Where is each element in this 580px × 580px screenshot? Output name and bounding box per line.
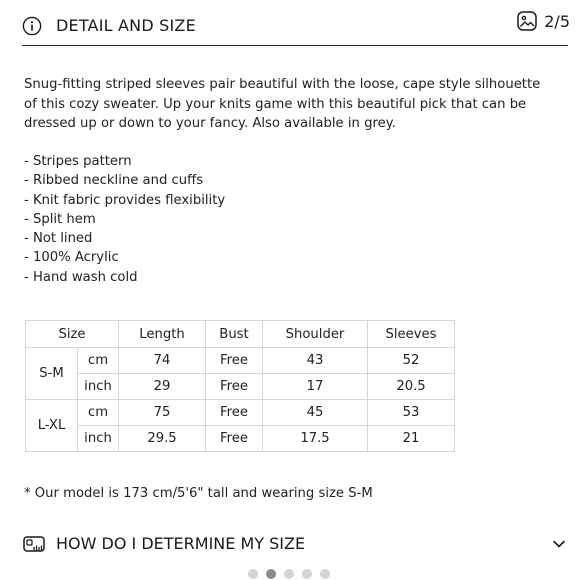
feature-item: - Not lined: [24, 231, 93, 247]
table-row: L-XL cm 75 Free 45 53: [25, 399, 455, 452]
product-description: Snug-fitting striped sleeves pair beauti…: [24, 77, 541, 131]
section-title: DETAIL AND SIZE: [56, 16, 196, 35]
ruler-icon: [23, 536, 45, 552]
size-cell: L-XL: [25, 399, 78, 452]
info-icon: [22, 16, 42, 36]
bust-cell: Free: [205, 425, 263, 452]
header-sleeves: Sleeves: [367, 320, 455, 348]
feature-list: - Stripes pattern - Ribbed neckline and …: [24, 152, 544, 287]
counter-text: 2/5: [544, 11, 570, 31]
length-cell: 29.5: [118, 425, 206, 452]
unit-cell: inch: [77, 373, 119, 400]
sleeves-cell: 52: [367, 347, 455, 374]
model-note: * Our model is 173 cm/5'6" tall and wear…: [24, 486, 373, 501]
bust-cell: Free: [205, 399, 263, 426]
unit-cell: inch: [77, 425, 119, 452]
detail-header: DETAIL AND SIZE 2/5: [0, 0, 580, 48]
bust-cell: Free: [205, 347, 263, 374]
length-cell: 29: [118, 373, 206, 400]
size-cell: S-M: [25, 347, 78, 400]
pagination-dot[interactable]: [320, 569, 330, 579]
feature-item: - 100% Acrylic: [24, 250, 119, 266]
feature-item: - Split hem: [24, 211, 96, 227]
table-header-row: Size Length Bust Shoulder Sleeves: [25, 320, 455, 348]
sleeves-cell: 20.5: [367, 373, 455, 400]
header-divider: [22, 45, 568, 46]
unit-cell: cm: [77, 399, 119, 426]
image-counter[interactable]: 2/5: [516, 10, 570, 32]
length-cell: 74: [118, 347, 206, 374]
table-row: inch 29 Free 17 20.5: [26, 373, 455, 400]
header-length: Length: [118, 320, 206, 348]
length-cell: 75: [118, 399, 206, 426]
how-determine-size-section[interactable]: HOW DO I DETERMINE MY SIZE: [0, 530, 580, 560]
pagination-dot-active[interactable]: [266, 569, 276, 579]
pagination-dot[interactable]: [302, 569, 312, 579]
shoulder-cell: 43: [262, 347, 368, 374]
feature-item: - Ribbed neckline and cuffs: [24, 173, 204, 189]
unit-cell: cm: [77, 347, 119, 374]
sleeves-cell: 21: [367, 425, 455, 452]
header-bust: Bust: [205, 320, 263, 348]
shoulder-cell: 17.5: [262, 425, 368, 452]
chevron-down-icon[interactable]: [551, 536, 567, 552]
carousel-pagination: [248, 569, 330, 579]
shoulder-cell: 17: [262, 373, 368, 400]
feature-item: - Stripes pattern: [24, 154, 132, 169]
pagination-dot[interactable]: [248, 569, 258, 579]
header-shoulder: Shoulder: [262, 320, 368, 348]
table-row: S-M cm 74 Free 43 52: [25, 347, 455, 400]
how-title: HOW DO I DETERMINE MY SIZE: [56, 534, 306, 553]
shoulder-cell: 45: [262, 399, 368, 426]
feature-item: - Knit fabric provides flexibility: [24, 192, 226, 208]
table-row: inch 29.5 Free 17.5 21: [26, 425, 455, 452]
header-size: Size: [25, 320, 119, 348]
sleeves-cell: 53: [367, 399, 455, 426]
feature-item: - Hand wash cold: [24, 269, 138, 285]
size-chart-table: Size Length Bust Shoulder Sleeves S-M cm…: [25, 320, 455, 452]
bust-cell: Free: [205, 373, 263, 400]
image-gallery-icon: [517, 11, 537, 31]
pagination-dot[interactable]: [284, 569, 294, 579]
